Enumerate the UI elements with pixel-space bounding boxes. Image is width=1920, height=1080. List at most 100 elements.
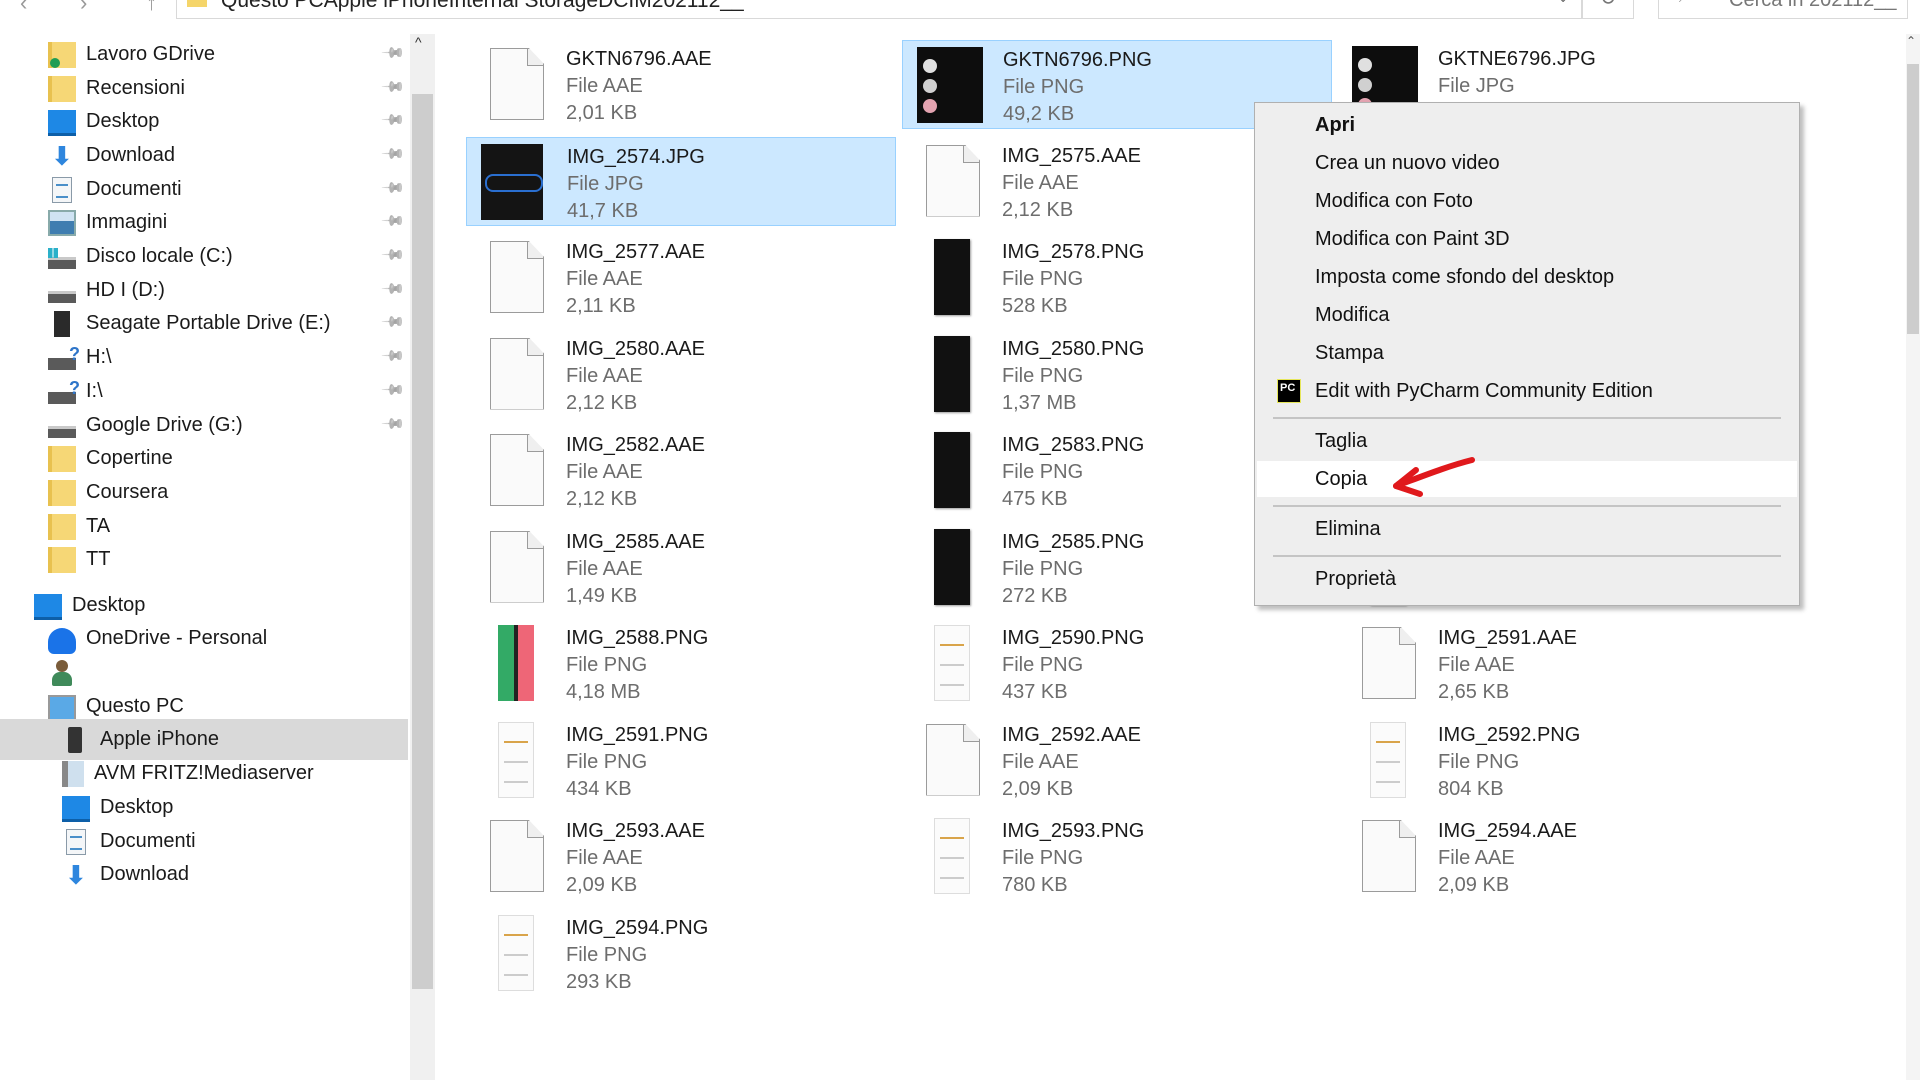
file-item[interactable]: IMG_2593.AAE File AAE 2,09 KB (466, 812, 896, 901)
pin-icon[interactable]: 📌 (380, 242, 406, 268)
file-name: IMG_2580.AAE (566, 337, 705, 360)
menu-item-label: Imposta come sfondo del desktop (1315, 266, 1615, 288)
file-name: IMG_2574.JPG (567, 145, 705, 168)
scroll-up-icon[interactable]: ^ (415, 34, 422, 50)
file-type: File PNG (1002, 364, 1084, 387)
menu-item-modifica-con-foto[interactable]: Modifica con Foto (1257, 183, 1797, 219)
menu-item-apri[interactable]: Apri (1257, 107, 1797, 143)
pin-icon[interactable]: 📌 (380, 107, 406, 133)
file-name: IMG_2582.AAE (566, 434, 705, 456)
folder-sync-icon (48, 41, 76, 68)
file-size: 2,12 KB (566, 391, 638, 414)
breadcrumb-item[interactable]: Questo PC (221, 0, 324, 12)
menu-item-imposta-come-sfondo-del-desktop[interactable]: Imposta come sfondo del desktop (1257, 259, 1797, 295)
address-bar[interactable]: Questo PC›Apple iPhone›Internal Storage›… (176, 0, 1582, 19)
file-item[interactable]: IMG_2580.AAE File AAE 2,12 KB (466, 330, 896, 419)
pin-icon[interactable]: 📌 (380, 141, 406, 167)
menu-item-modifica[interactable]: Modifica (1257, 297, 1797, 333)
sidebar-scroll-thumb[interactable] (412, 94, 433, 989)
sidebar-item-label: Documenti (86, 178, 182, 200)
sidebar-item[interactable]: ⬇ Download (0, 854, 408, 895)
file-name: IMG_2578.PNG (1002, 241, 1145, 263)
pin-icon[interactable]: 📌 (380, 343, 406, 369)
pin-icon[interactable]: 📌 (380, 40, 406, 66)
menu-item-propriet[interactable]: Proprietà (1257, 561, 1797, 597)
file-name: GKTN6796.AAE (566, 48, 712, 70)
pin-icon[interactable]: 📌 (380, 309, 406, 335)
pin-icon[interactable]: 📌 (380, 74, 406, 100)
file-item[interactable]: IMG_2588.PNG File PNG 4,18 MB (466, 619, 896, 708)
file-item[interactable]: IMG_2591.AAE File AAE 2,65 KB (1338, 619, 1768, 708)
back-button[interactable]: ‹ (20, 0, 27, 16)
sidebar-scrollbar[interactable]: ^ (410, 34, 435, 1080)
content-scroll-thumb[interactable] (1907, 64, 1919, 334)
menu-item-copia[interactable]: Copia (1257, 461, 1797, 497)
menu-item-stampa[interactable]: Stampa (1257, 335, 1797, 371)
generic-file-icon (490, 530, 544, 603)
menu-item-label: Modifica (1315, 304, 1390, 326)
sidebar-item-label: Copertine (86, 447, 173, 469)
desktop-icon (48, 110, 76, 136)
breadcrumb-item[interactable]: Apple iPhone (324, 0, 449, 12)
sidebar-item-label: H:\ (86, 346, 112, 368)
file-item[interactable]: IMG_2593.PNG File PNG 780 KB (902, 812, 1332, 901)
local-disk-icon (48, 247, 76, 269)
user-icon (48, 659, 76, 686)
file-size: 2,11 KB (566, 295, 636, 317)
sidebar-item-label: AVM FRITZ!Mediaserver (94, 762, 314, 784)
breadcrumb-item[interactable]: DCIM (598, 0, 652, 12)
menu-item-edit-with-pycharm-community-edition[interactable]: PC Edit with PyCharm Community Edition (1257, 373, 1797, 409)
file-name: IMG_2585.PNG (1002, 530, 1145, 553)
search-input[interactable]: ⌕ Cerca in 202112__ (1658, 0, 1908, 19)
file-item[interactable]: IMG_2574.JPG File JPG 41,7 KB (466, 136, 896, 226)
pin-icon[interactable]: 📌 (380, 411, 406, 437)
file-size: 2,01 KB (566, 102, 638, 124)
breadcrumb-item[interactable]: 202112__ (652, 0, 744, 12)
file-item[interactable]: IMG_2577.AAE File AAE 2,11 KB (466, 233, 896, 322)
menu-item-elimina[interactable]: Elimina (1257, 511, 1797, 547)
sidebar-item-label: Questo PC (86, 695, 184, 717)
up-button[interactable]: ↑ (146, 0, 157, 16)
pin-icon[interactable]: 📌 (380, 175, 406, 201)
documents-icon (52, 176, 72, 203)
refresh-button[interactable]: ↻ (1582, 0, 1634, 19)
file-size: 804 KB (1438, 777, 1504, 800)
file-type: File PNG (566, 654, 648, 676)
file-type: File PNG (1438, 750, 1520, 773)
folder-icon (187, 0, 207, 7)
menu-item-taglia[interactable]: Taglia (1257, 423, 1797, 459)
menu-item-crea-un-nuovo-video[interactable]: Crea un nuovo video (1257, 145, 1797, 181)
file-item[interactable]: IMG_2585.AAE File AAE 1,49 KB (466, 523, 896, 612)
scroll-up-icon[interactable]: ⌃ (1906, 34, 1916, 48)
pin-icon[interactable]: 📌 (380, 276, 406, 302)
file-item[interactable]: IMG_2594.PNG File PNG 293 KB (466, 909, 896, 998)
sidebar-item[interactable]: TT (0, 539, 408, 580)
sidebar-item-label: OneDrive - Personal (86, 627, 268, 649)
content-scrollbar[interactable]: ⌃ (1906, 34, 1920, 1080)
search-icon: ⌕ (1679, 0, 1688, 7)
file-item[interactable]: IMG_2582.AAE File AAE 2,12 KB (466, 426, 896, 515)
pin-icon[interactable]: 📌 (380, 377, 406, 403)
file-item[interactable]: IMG_2591.PNG File PNG 434 KB (466, 716, 896, 805)
file-size: 2,09 KB (1002, 777, 1074, 800)
forward-button[interactable]: › (80, 0, 87, 16)
breadcrumb-item[interactable]: Internal Storage (449, 0, 598, 12)
file-item[interactable]: IMG_2590.PNG File PNG 437 KB (902, 619, 1332, 708)
file-item[interactable]: GKTN6796.AAE File AAE 2,01 KB (466, 40, 896, 129)
file-item[interactable]: IMG_2592.AAE File AAE 2,09 KB (902, 716, 1332, 805)
chevron-down-icon[interactable]: ⌄ (1557, 0, 1569, 6)
file-size: 1,49 KB (566, 584, 638, 607)
file-item[interactable]: IMG_2592.PNG File PNG 804 KB (1338, 716, 1768, 805)
image-thumbnail (934, 335, 970, 412)
generic-file-icon (490, 241, 544, 313)
sidebar-item-label: TT (86, 548, 111, 570)
file-size: 293 KB (566, 970, 632, 993)
sidebar-item-label: Seagate Portable Drive (E:) (86, 312, 331, 334)
menu-item-modifica-con-paint-3d[interactable]: Modifica con Paint 3D (1257, 221, 1797, 257)
drive-icon (48, 425, 76, 438)
image-thumbnail (934, 818, 970, 894)
file-name: IMG_2588.PNG (566, 627, 709, 649)
pin-icon[interactable]: 📌 (380, 208, 406, 234)
phone-icon (68, 726, 82, 753)
file-item[interactable]: IMG_2594.AAE File AAE 2,09 KB (1338, 812, 1768, 901)
